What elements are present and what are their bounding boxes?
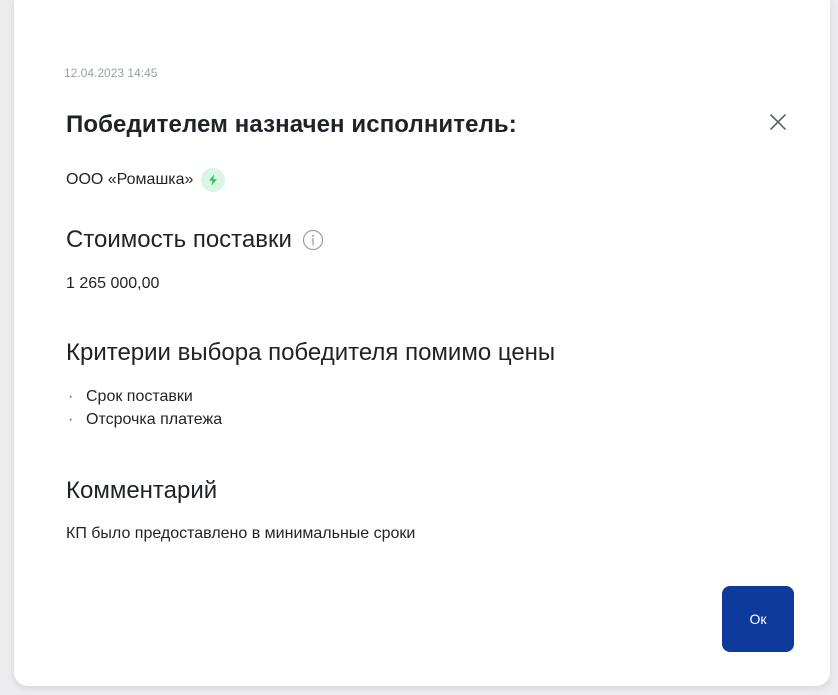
list-item: · Отсрочка платежа: [66, 408, 222, 431]
cost-value: 1 265 000,00: [66, 275, 160, 292]
list-item: · Срок поставки: [66, 385, 222, 408]
timestamp: 12.04.2023 14:45: [64, 66, 158, 80]
lightning-icon: [209, 174, 218, 186]
winner-badge: [201, 168, 226, 192]
info-icon[interactable]: [302, 229, 324, 251]
close-button[interactable]: [764, 108, 792, 136]
criteria-list: · Срок поставки · Отсрочка платежа: [66, 385, 222, 431]
close-icon: [770, 114, 786, 130]
comment-text: КП было предоставлено в минимальные срок…: [66, 525, 416, 542]
dialog-title: Победителем назначен исполнитель:: [66, 111, 517, 138]
criteria-item-label: Отсрочка платежа: [86, 411, 223, 428]
comment-title: Комментарий: [66, 477, 218, 504]
bullet-icon: ·: [68, 411, 74, 428]
bullet-icon: ·: [68, 388, 74, 405]
winner-name: ООО «Ромашка»: [66, 171, 194, 188]
cost-title: Стоимость поставки: [66, 226, 292, 253]
winner-dialog: 12.04.2023 14:45 Победителем назначен ис…: [14, 0, 830, 686]
cost-heading: Стоимость поставки: [66, 226, 324, 254]
winner-row: ООО «Ромашка»: [66, 168, 226, 192]
criteria-title: Критерии выбора победителя помимо цены: [66, 339, 556, 366]
criteria-item-label: Срок поставки: [86, 388, 193, 405]
ok-button[interactable]: Ок: [722, 586, 794, 652]
